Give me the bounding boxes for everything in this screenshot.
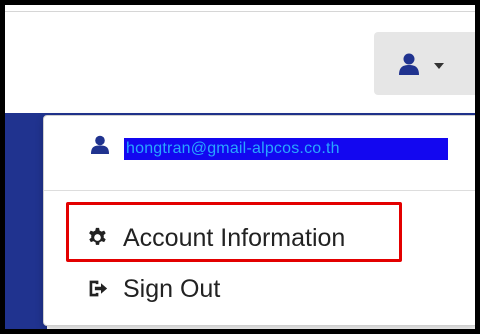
selected-user-email: hongtran@gmail-alpcos.co.th [124,138,448,160]
current-user-row: hongtran@gmail-alpcos.co.th [44,126,475,168]
user-menu-button[interactable] [374,32,475,95]
sign-out-label: Sign Out [123,275,221,303]
navbar [5,5,475,113]
user-icon [91,135,109,154]
sign-out-icon [89,280,108,297]
sign-out-menu-item[interactable]: Sign Out [44,267,475,312]
account-information-label: Account Information [123,224,346,252]
navbar-top-border [5,11,475,12]
blue-side-bar [5,113,47,329]
caret-down-icon [434,63,444,69]
menu-divider [44,190,475,191]
account-information-menu-item[interactable]: Account Information [44,216,475,261]
screenshot-frame: hongtran@gmail-alpcos.co.th Account Info… [0,0,480,334]
user-dropdown-menu: hongtran@gmail-alpcos.co.th Account Info… [43,115,475,326]
user-icon [399,53,419,75]
application-area: hongtran@gmail-alpcos.co.th Account Info… [5,5,475,329]
gear-icon [89,227,106,245]
